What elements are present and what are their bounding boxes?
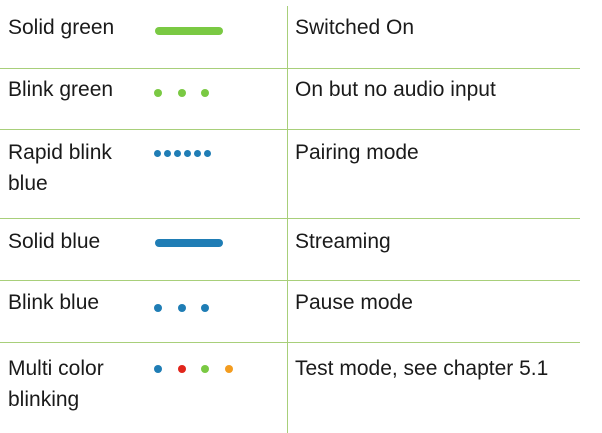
led-dot [174,150,181,157]
led-status-table: Solid green Switched On Blink green On b… [0,0,602,433]
led-dot [201,365,209,373]
led-dot [177,304,186,312]
led-pattern-label: Blink blue [8,291,100,314]
table-row: Rapid blink blue Pairing mode [0,130,580,219]
led-pattern-label: Blink green [8,78,114,101]
table-row: Solid blue Streaming [0,219,580,281]
led-pattern-label: Solid green [8,16,115,39]
table-row: Blink blue Pause mode [0,281,580,343]
led-indicator [153,27,225,37]
led-dot [201,89,209,97]
led-dot [154,89,162,97]
led-dot [154,365,162,373]
led-meaning: Test mode, see chapter 5.1 [295,357,549,380]
led-pattern-label: Multi color blinking [8,357,104,411]
led-dot [154,150,161,157]
led-indicator [153,239,225,249]
led-solid-bar [155,27,223,35]
led-dot [154,304,162,312]
led-indicator [153,150,225,160]
led-dot [224,365,233,373]
led-pattern-label: Solid blue [8,230,101,253]
led-meaning: Streaming [295,230,391,253]
led-dot [201,304,209,312]
led-dot [177,89,186,97]
table-row: Blink green On but no audio input [0,68,580,130]
led-indicator [153,89,225,99]
led-meaning: Pairing mode [295,141,419,164]
led-dot [184,150,191,157]
led-dot [194,150,201,157]
led-indicator [153,304,225,314]
led-meaning: Switched On [295,16,415,39]
led-dot [177,365,186,373]
led-solid-bar [155,239,223,247]
led-meaning: On but no audio input [295,78,496,101]
led-dot [164,150,171,157]
table-row: Multi color blinking Test mode, see chap… [0,343,580,433]
table-row: Solid green Switched On [0,0,580,69]
led-meaning: Pause mode [295,291,413,314]
led-indicator [153,365,233,375]
led-dot [204,150,211,157]
led-pattern-label: Rapid blink blue [8,141,112,195]
